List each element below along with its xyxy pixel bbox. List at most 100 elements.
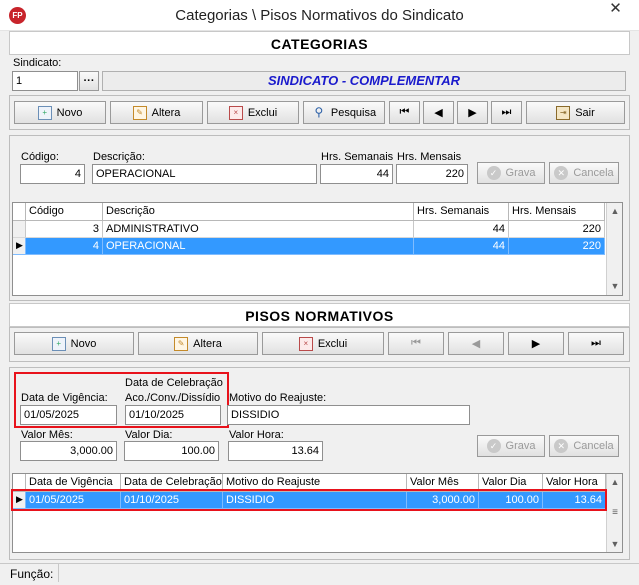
row-pointer-icon: ▶ <box>13 238 26 255</box>
descricao-input[interactable]: OPERACIONAL <box>92 164 317 184</box>
sindicato-lookup-button[interactable]: ··· <box>79 71 99 91</box>
check-icon: ✓ <box>486 439 501 453</box>
sair-label: Sair <box>575 106 595 119</box>
sindicato-name-display: SINDICATO - COMPLEMENTAR <box>102 71 626 91</box>
motivo-label: Motivo do Reajuste: <box>229 392 327 404</box>
data-celebracao-label-line1: Data de Celebração <box>125 377 223 389</box>
pesquisa-button[interactable]: ⚲ Pesquisa <box>303 101 385 124</box>
pisos-novo-button[interactable]: + Novo <box>14 332 134 355</box>
prev-record-button[interactable]: ◀ <box>423 101 454 124</box>
cell-codigo[interactable]: 4 <box>26 238 103 255</box>
data-vigencia-input[interactable]: 01/05/2025 <box>20 405 117 425</box>
close-window-button[interactable]: ✕ <box>600 0 631 20</box>
categorias-grava-button[interactable]: ✓ Grava <box>477 162 545 184</box>
novo-label: Novo <box>56 106 83 119</box>
pisos-cancela-button[interactable]: ✕ Cancela <box>549 435 619 457</box>
edit-icon: ✎ <box>174 336 189 351</box>
cell-hrs-mensais[interactable]: 220 <box>509 238 605 255</box>
last-record-button[interactable]: ⏭ <box>491 101 522 124</box>
descricao-label: Descrição: <box>93 151 145 163</box>
cancel-icon: ✕ <box>554 166 569 180</box>
first-record-button[interactable]: ⏮ <box>389 101 420 124</box>
funcao-label: Função: <box>10 567 54 581</box>
categorias-grid[interactable]: Código Descrição Hrs. Semanais Hrs. Mens… <box>12 202 623 296</box>
pisos-grid[interactable]: Data de Vigência Data de Celebração Moti… <box>12 473 623 553</box>
scroll-up-icon[interactable]: ▲ <box>607 203 623 219</box>
edit-icon: ✎ <box>132 105 147 120</box>
cell-hrs-semanais[interactable]: 44 <box>414 221 509 238</box>
sindicato-code-input[interactable]: 1 <box>12 71 78 91</box>
pisos-novo-label: Novo <box>70 337 97 350</box>
motivo-input[interactable]: DISSIDIO <box>227 405 470 425</box>
pisos-first-button[interactable]: ⏮ <box>388 332 444 355</box>
valor-mes-input[interactable]: 3,000.00 <box>20 441 117 461</box>
scroll-down-icon[interactable]: ▼ <box>607 536 623 552</box>
scroll-up-icon[interactable]: ▲ <box>607 474 623 490</box>
hrs-semanais-label: Hrs. Semanais <box>321 151 394 163</box>
window-title: Categorias \ Pisos Normativos do Sindica… <box>175 7 464 24</box>
grid-header-hrs-semanais[interactable]: Hrs. Semanais <box>414 203 509 221</box>
valor-dia-input[interactable]: 100.00 <box>124 441 219 461</box>
search-icon: ⚲ <box>314 104 324 119</box>
grid-header-hrs-mensais[interactable]: Hrs. Mensais <box>509 203 605 221</box>
new-document-icon: + <box>37 105 52 120</box>
categorias-heading: CATEGORIAS <box>9 31 630 55</box>
pisos-cancela-label: Cancela <box>573 440 614 452</box>
grava-label: Grava <box>505 167 536 179</box>
cell-descricao[interactable]: ADMINISTRATIVO <box>103 221 414 238</box>
row-indicator <box>13 221 26 238</box>
hrs-mensais-input[interactable]: 220 <box>396 164 468 184</box>
pisos-altera-button[interactable]: ✎ Altera <box>138 332 258 355</box>
next-icon: ▶ <box>468 107 477 119</box>
categorias-cancela-button[interactable]: ✕ Cancela <box>549 162 619 184</box>
hrs-semanais-input[interactable]: 44 <box>320 164 393 184</box>
cell-hrs-semanais[interactable]: 44 <box>414 238 509 255</box>
next-record-button[interactable]: ▶ <box>457 101 488 124</box>
cell-hrs-mensais[interactable]: 220 <box>509 221 605 238</box>
pisos-exclui-button[interactable]: × Exclui <box>262 332 384 355</box>
scroll-grip-icon[interactable]: ≡ <box>607 505 623 521</box>
exclui-button[interactable]: × Exclui <box>207 101 299 124</box>
codigo-input[interactable]: 4 <box>20 164 85 184</box>
sindicato-label: Sindicato: <box>13 57 62 69</box>
sair-button[interactable]: ⇥ Sair <box>526 101 625 124</box>
novo-button[interactable]: + Novo <box>14 101 106 124</box>
cell-descricao[interactable]: OPERACIONAL <box>103 238 414 255</box>
cancel-icon: ✕ <box>554 439 569 453</box>
hrs-mensais-label: Hrs. Mensais <box>397 151 462 163</box>
pisos-grava-button[interactable]: ✓ Grava <box>477 435 545 457</box>
next-icon: ▶ <box>531 338 541 350</box>
exit-door-icon: ⇥ <box>556 105 571 120</box>
categorias-grid-scrollbar[interactable]: ▲ ▼ <box>606 203 622 295</box>
valor-dia-label: Valor Dia: <box>125 429 173 441</box>
valor-mes-label: Valor Mês: <box>21 429 73 441</box>
data-vigencia-label: Data de Vigência: <box>21 392 108 404</box>
pisos-grid-scrollbar[interactable]: ▲ ≡ ▼ <box>606 474 622 552</box>
data-celebracao-label-line2: Aco./Conv./Dissídio <box>125 392 221 404</box>
pesquisa-label: Pesquisa <box>330 106 377 119</box>
grid-header-codigo[interactable]: Código <box>26 203 103 221</box>
funcao-value <box>58 564 630 582</box>
pisos-next-button[interactable]: ▶ <box>508 332 564 355</box>
valor-hora-label: Valor Hora: <box>229 429 284 441</box>
scroll-down-icon[interactable]: ▼ <box>607 278 623 294</box>
valor-hora-input[interactable]: 13.64 <box>228 441 323 461</box>
altera-button[interactable]: ✎ Altera <box>110 101 203 124</box>
grid-header-descricao[interactable]: Descrição <box>103 203 414 221</box>
pisos-last-button[interactable]: ⏭ <box>568 332 624 355</box>
prev-icon: ◀ <box>471 338 481 350</box>
codigo-label: Código: <box>21 151 59 163</box>
data-celebracao-input[interactable]: 01/10/2025 <box>125 405 221 425</box>
pisos-exclui-label: Exclui <box>317 337 348 350</box>
prev-icon: ◀ <box>434 107 443 119</box>
row-indicator-header <box>13 203 26 221</box>
last-icon: ⏭ <box>501 106 512 118</box>
cell-codigo[interactable]: 3 <box>26 221 103 238</box>
delete-icon: × <box>298 336 313 351</box>
check-icon: ✓ <box>486 166 501 180</box>
pisos-prev-button[interactable]: ◀ <box>448 332 504 355</box>
cancela-label: Cancela <box>573 167 614 179</box>
pisos-grava-label: Grava <box>505 440 536 452</box>
exclui-label: Exclui <box>247 106 278 119</box>
first-icon: ⏮ <box>399 106 410 118</box>
